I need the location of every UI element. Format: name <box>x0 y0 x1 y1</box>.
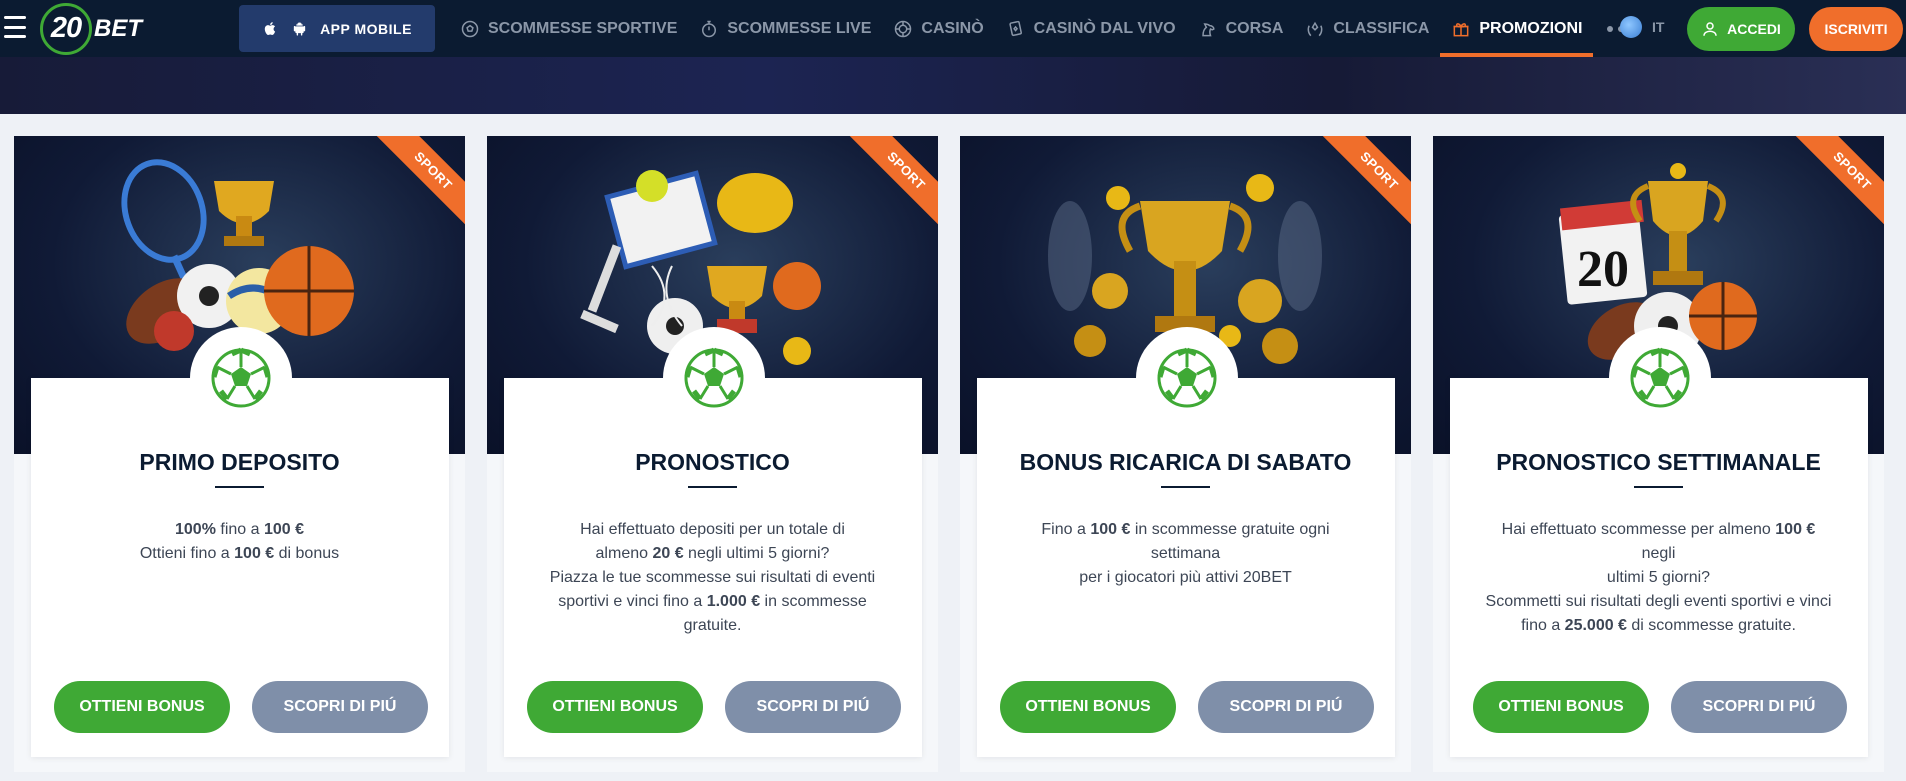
promo-description: Hai effettuato depositi per un totale di… <box>537 518 888 638</box>
promo-title: PRONOSTICO SETTIMANALE <box>1496 449 1821 475</box>
title-divider <box>688 486 737 488</box>
promo-card: SPORT BONUS RICARICA DI SABATO Fino a 10… <box>960 136 1411 772</box>
soccer-ball-icon <box>684 347 744 408</box>
language-label: IT <box>1652 19 1665 35</box>
main-nav: SCOMMESSE SPORTIVE SCOMMESSE LIVE CASINÒ… <box>449 0 1649 57</box>
signup-button[interactable]: ISCRIVITI <box>1809 7 1903 51</box>
nav-item-leaderboard[interactable]: CLASSIFICA <box>1294 0 1440 57</box>
language-selector[interactable]: IT <box>1620 16 1664 38</box>
title-divider <box>215 486 264 488</box>
description-line: per i giocatori più attivi 20BET <box>1079 569 1292 586</box>
promo-card: 20 SPORT PRONOSTICO SETTIMANALE Hai effe… <box>1433 136 1884 772</box>
menu-icon[interactable] <box>4 16 26 38</box>
description-line: 100% fino a 100 € <box>175 521 304 538</box>
login-label: ACCEDI <box>1727 21 1781 37</box>
promo-title: PRIMO DEPOSITO <box>139 449 340 475</box>
get-bonus-button[interactable]: OTTIENI BONUS <box>54 681 230 733</box>
description-line: Fino a 100 € in scommesse gratuite ogni … <box>1041 521 1330 562</box>
casino-chip-icon <box>895 20 912 37</box>
hero-banner-strip <box>0 57 1906 114</box>
logo-number: 20 <box>50 12 82 44</box>
title-divider <box>1161 486 1210 488</box>
login-button[interactable]: ACCEDI <box>1687 7 1795 51</box>
brand-logo[interactable]: 20 BET <box>40 0 142 57</box>
soccer-ball-badge <box>1136 327 1238 429</box>
description-line: Ottieni fino a 100 € di bonus <box>139 545 340 562</box>
apple-icon <box>264 22 276 35</box>
soccer-ball-badge <box>1609 327 1711 429</box>
promo-description: 100% fino a 100 € Ottieni fino a 100 € d… <box>64 518 415 566</box>
nav-item-live-casino[interactable]: CASINÒ DAL VIVO <box>995 0 1187 57</box>
laurel-icon <box>1307 21 1323 36</box>
promo-title: PRONOSTICO <box>635 449 790 475</box>
description-line: Hai effettuato depositi per un totale di <box>580 521 845 538</box>
nav-label: CASINÒ <box>921 19 984 37</box>
description-line: Piazza le tue scommesse sui risultati di… <box>549 569 876 586</box>
logo-badge: 20 <box>40 2 92 55</box>
description-line: fino a 25.000 € di scommesse gratuite. <box>1521 617 1796 634</box>
learn-more-button[interactable]: SCOPRI DI PIÚ <box>1671 681 1847 733</box>
get-bonus-button[interactable]: OTTIENI BONUS <box>1000 681 1176 733</box>
nav-item-casino[interactable]: CASINÒ <box>882 0 994 57</box>
live-stopwatch-icon <box>702 20 717 37</box>
nav-item-sports-betting[interactable]: SCOMMESSE SPORTIVE <box>449 0 688 57</box>
nav-label: PROMOZIONI <box>1479 19 1583 37</box>
promo-description: Fino a 100 € in scommesse gratuite ogni … <box>1010 518 1361 590</box>
soccer-ball-icon <box>1157 347 1217 408</box>
learn-more-button[interactable]: SCOPRI DI PIÚ <box>252 681 428 733</box>
nav-label: SCOMMESSE SPORTIVE <box>488 19 678 37</box>
promo-card: SPORT PRIMO DEPOSITO 100% fino a 100 € O… <box>14 136 465 772</box>
top-navigation-bar: 20 BET APP MOBILE SCOMMESSE SPORTIVE SCO… <box>0 0 1906 57</box>
soccer-ball-icon <box>211 347 271 408</box>
soccer-ball-badge <box>190 327 292 429</box>
playing-card-icon <box>1009 20 1022 36</box>
soccer-ball-badge <box>663 327 765 429</box>
title-divider <box>1634 486 1683 488</box>
nav-item-promotions[interactable]: PROMOZIONI <box>1440 0 1594 57</box>
nav-label: CORSA <box>1225 19 1284 37</box>
android-icon <box>293 22 306 36</box>
get-bonus-button[interactable]: OTTIENI BONUS <box>1473 681 1649 733</box>
promo-description: Hai effettuato scommesse per almeno 100 … <box>1483 518 1834 638</box>
nav-label: CASINÒ DAL VIVO <box>1033 19 1176 37</box>
nav-label: CLASSIFICA <box>1333 19 1430 37</box>
soccer-ball-icon <box>1630 347 1690 408</box>
learn-more-button[interactable]: SCOPRI DI PIÚ <box>1198 681 1374 733</box>
nav-label: SCOMMESSE LIVE <box>727 19 872 37</box>
user-icon <box>1703 22 1717 36</box>
horse-icon <box>1201 22 1215 36</box>
gift-icon <box>1453 22 1469 36</box>
description-line: ultimi 5 giorni? <box>1606 569 1711 586</box>
description-line: Scommetti sui risultati degli eventi spo… <box>1485 593 1832 610</box>
globe-icon <box>1620 16 1642 38</box>
promo-title: BONUS RICARICA DI SABATO <box>1019 449 1352 475</box>
description-line: almeno 20 € negli ultimi 5 giorni? <box>595 545 830 562</box>
logo-wordmark: BET <box>94 14 142 42</box>
learn-more-button[interactable]: SCOPRI DI PIÚ <box>725 681 901 733</box>
description-line: gratuite. <box>683 617 742 634</box>
soccer-ball-icon <box>461 20 479 37</box>
description-line: sportivi e vinci fino a 1.000 € in scomm… <box>558 593 867 610</box>
app-mobile-label: APP MOBILE <box>320 20 412 37</box>
promo-card: SPORT PRONOSTICO Hai effettuato depositi… <box>487 136 938 772</box>
description-line: Hai effettuato scommesse per almeno 100 … <box>1501 521 1816 562</box>
nav-item-live-betting[interactable]: SCOMMESSE LIVE <box>688 0 882 57</box>
app-mobile-button[interactable]: APP MOBILE <box>239 5 435 52</box>
nav-item-racing[interactable]: CORSA <box>1187 0 1295 57</box>
calendar-number: 20 <box>1577 241 1629 298</box>
get-bonus-button[interactable]: OTTIENI BONUS <box>527 681 703 733</box>
